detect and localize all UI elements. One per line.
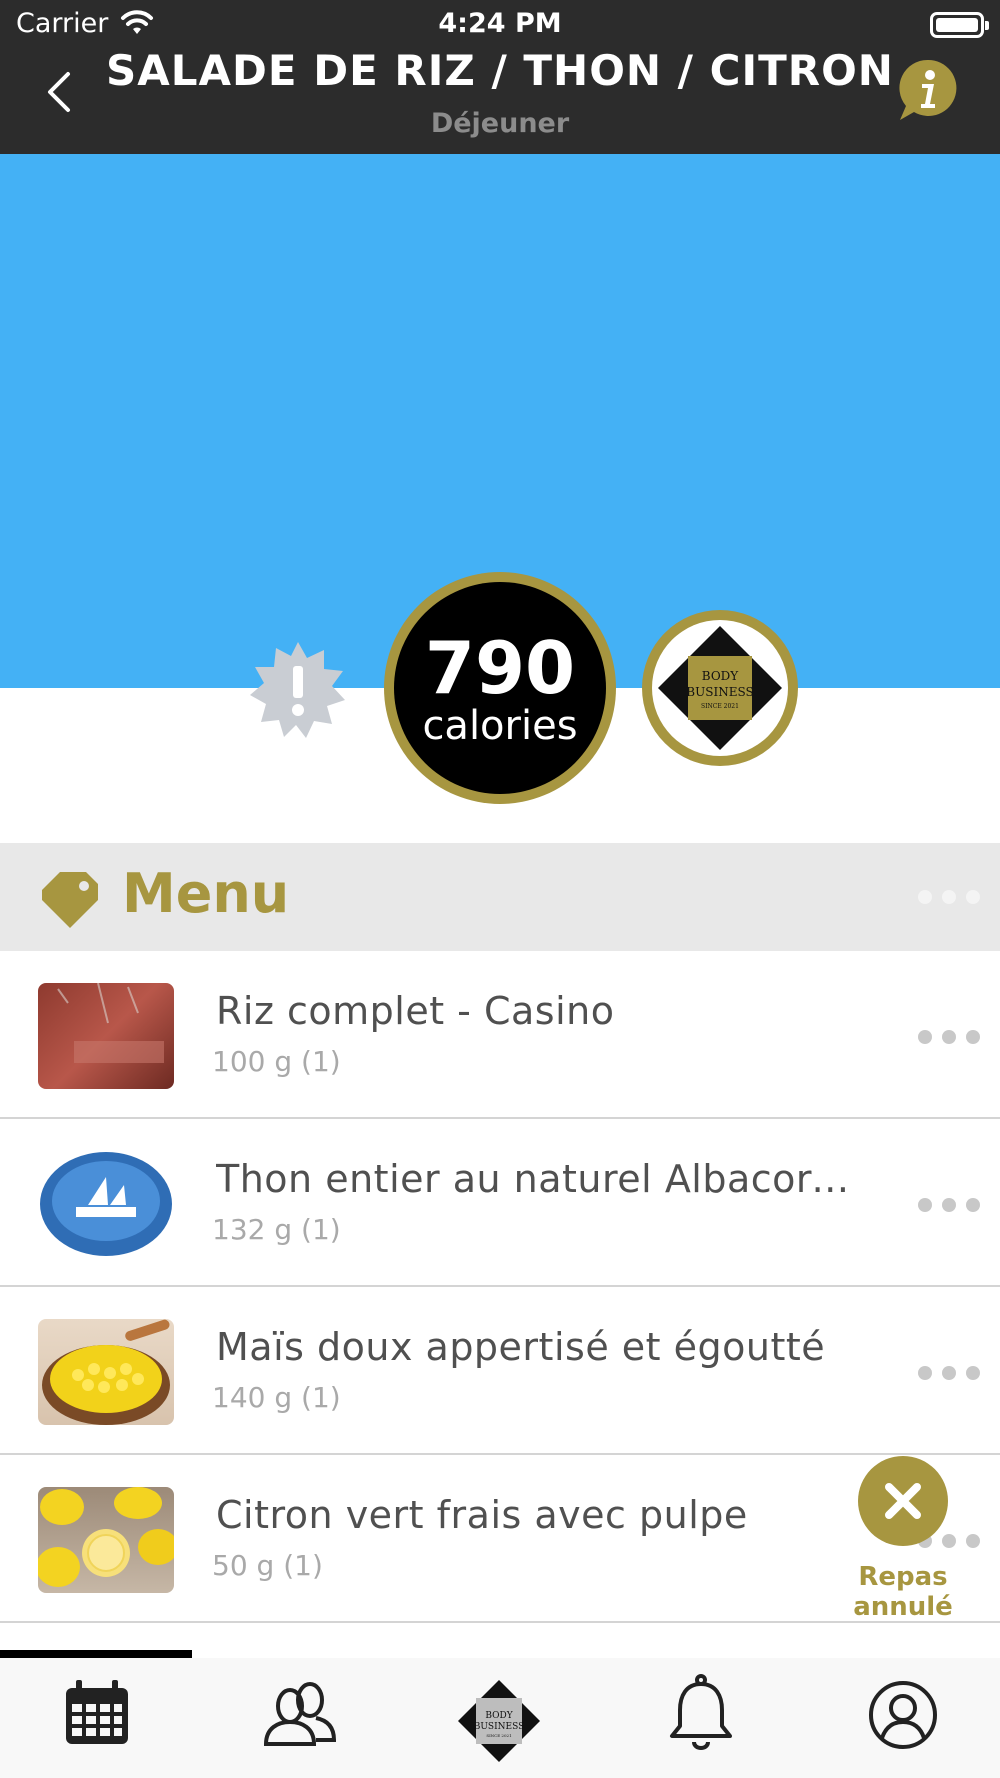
calories-badge: 790 calories (384, 572, 616, 804)
brand-badge[interactable]: BODY BUSINESS SINCE 2021 (642, 610, 798, 766)
item-quantity: 140 g (1) (212, 1381, 341, 1414)
calories-value: 790 (424, 626, 576, 710)
rice-bag-image (38, 983, 174, 1089)
menu-item-row[interactable]: Maïs doux appertisé et égoutté 140 g (1) (0, 1287, 1000, 1455)
bell-icon[interactable] (656, 1670, 746, 1760)
item-name: Thon entier au naturel Albacore - Petit … (216, 1157, 856, 1201)
status-time: 4:24 PM (438, 8, 562, 39)
menu-more-icon[interactable] (918, 888, 980, 906)
tab-brand-line-3: SINCE 2021 (486, 1733, 511, 1738)
status-bar: Carrier 4:24 PM (0, 0, 1000, 48)
tab-brand-line-1: BODY (485, 1711, 513, 1721)
warning-badge-icon[interactable] (248, 640, 348, 740)
item-more-icon[interactable] (918, 1364, 980, 1382)
battery-icon (930, 12, 989, 38)
tab-brand-line-2: BUSINESS (474, 1722, 525, 1732)
menu-item-row[interactable]: Riz complet - Casino 100 g (1) (0, 951, 1000, 1119)
community-icon[interactable] (254, 1670, 344, 1760)
calendar-icon[interactable] (52, 1670, 142, 1760)
item-quantity: 100 g (1) (212, 1045, 341, 1078)
brand-line-2: BUSINESS (686, 685, 753, 699)
item-name: Citron vert frais avec pulpe (216, 1493, 748, 1537)
item-quantity: 50 g (1) (212, 1549, 323, 1582)
brand-line-3: SINCE 2021 (701, 703, 739, 710)
corn-bowl-image (38, 1319, 174, 1425)
cancel-meal-button[interactable] (858, 1456, 948, 1546)
lemons-image (38, 1487, 174, 1593)
tab-selection-indicator (0, 1650, 192, 1658)
item-quantity: 132 g (1) (212, 1213, 341, 1246)
calories-unit: calories (422, 703, 578, 749)
brand-home-icon[interactable]: BODY BUSINESS SINCE 2021 (454, 1676, 544, 1766)
page-title: SALADE DE RIZ / THON / CITRON (106, 46, 894, 95)
profile-icon[interactable] (858, 1670, 948, 1760)
tuna-can-image (38, 1151, 174, 1257)
item-more-icon[interactable] (918, 1196, 980, 1214)
cancel-meal-label: Repas annulé (853, 1562, 953, 1622)
brand-line-1: BODY (702, 669, 740, 683)
item-name: Riz complet - Casino (216, 989, 615, 1033)
info-icon[interactable] (896, 58, 960, 122)
body-business-logo-icon: BODY BUSINESS SINCE 2021 (658, 626, 782, 750)
close-icon (885, 1483, 921, 1519)
item-more-icon[interactable] (918, 1028, 980, 1046)
tag-icon (42, 872, 98, 928)
menu-item-row[interactable]: Thon entier au naturel Albacore - Petit … (0, 1119, 1000, 1287)
item-name: Maïs doux appertisé et égoutté (216, 1325, 826, 1369)
page-subtitle: Déjeuner (430, 108, 570, 139)
menu-title: Menu (122, 862, 290, 925)
